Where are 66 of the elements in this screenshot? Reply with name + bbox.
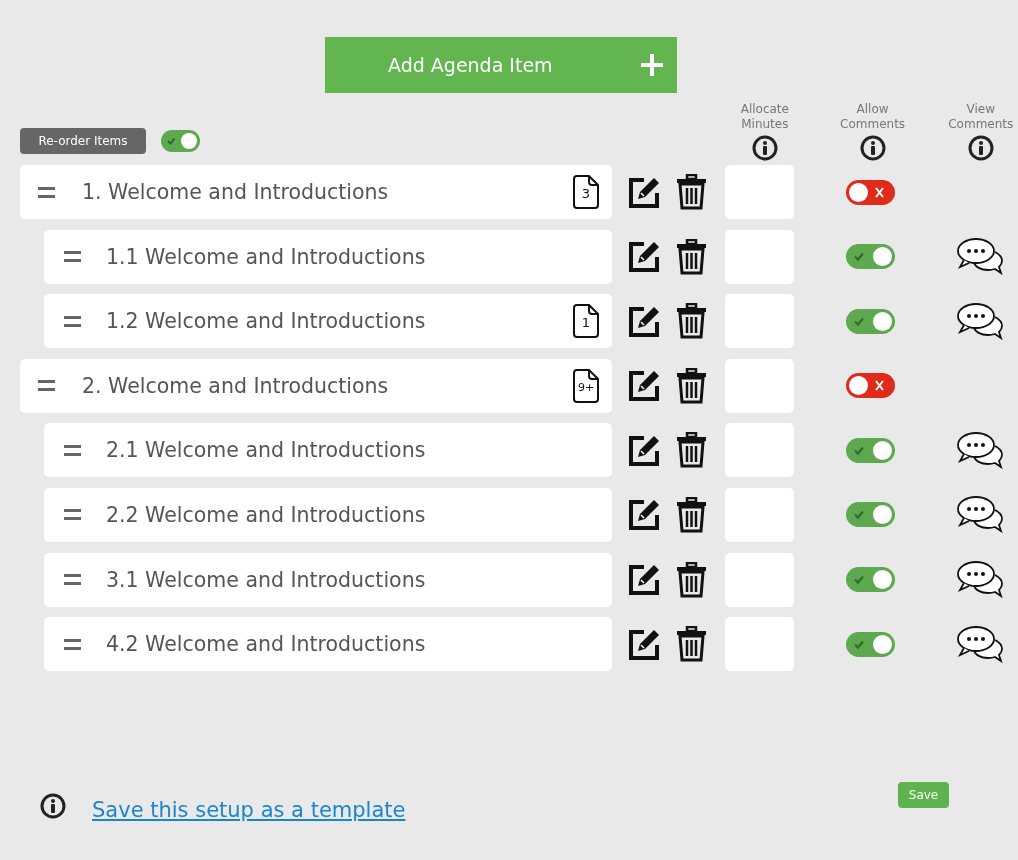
check-icon xyxy=(853,317,864,326)
agenda-item-title: 2. Welcome and Introductions xyxy=(82,373,390,398)
trash-icon[interactable] xyxy=(676,174,707,210)
toggle-switch[interactable] xyxy=(845,179,895,205)
agenda-item-title: 1. Welcome and Introductions xyxy=(82,180,390,204)
edit-icon[interactable] xyxy=(628,304,661,338)
edit-icon[interactable] xyxy=(628,563,661,597)
trash-icon[interactable] xyxy=(676,303,707,340)
toggle-switch[interactable] xyxy=(845,437,895,463)
check-icon xyxy=(853,252,864,262)
info-icon[interactable] xyxy=(751,135,778,161)
trash-icon[interactable] xyxy=(676,496,707,533)
agenda-item-title: 2.2 Welcome and Introductions xyxy=(106,502,427,527)
drag-handle-icon[interactable] xyxy=(38,380,55,392)
check-icon xyxy=(853,446,864,455)
trash-icon[interactable] xyxy=(676,561,707,598)
cross-icon xyxy=(874,186,884,198)
edit-icon[interactable] xyxy=(628,433,661,467)
toggle-switch[interactable] xyxy=(845,631,895,657)
drag-handle-icon[interactable] xyxy=(64,444,81,456)
trash-icon[interactable] xyxy=(676,432,707,469)
agenda-item-title: 1.1 Welcome and Introductions xyxy=(106,244,427,269)
save-template-link[interactable]: Save this setup as a template xyxy=(92,798,406,822)
comments-icon[interactable] xyxy=(956,429,1004,471)
column-heading: Allow Comments xyxy=(839,102,907,132)
agenda-item-title: 3.1 Welcome and Introductions xyxy=(106,567,427,592)
toggle-switch[interactable] xyxy=(845,373,895,399)
trash-icon[interactable] xyxy=(676,626,707,663)
comments-icon[interactable] xyxy=(956,623,1004,665)
check-icon xyxy=(853,511,864,520)
agenda-item-title: 2.1 Welcome and Introductions xyxy=(106,438,427,463)
toggle-switch[interactable] xyxy=(845,308,895,334)
edit-icon[interactable] xyxy=(628,627,661,661)
toggle-switch[interactable] xyxy=(845,567,895,593)
document-count-badge[interactable]: 9+ xyxy=(572,368,600,403)
edit-icon[interactable] xyxy=(628,240,661,274)
column-heading: View Comments xyxy=(947,102,1015,132)
reorder-items-button[interactable]: Re-order Items xyxy=(20,128,146,154)
toggle-switch[interactable] xyxy=(845,502,895,528)
toggle-switch[interactable] xyxy=(845,244,895,270)
check-icon xyxy=(167,137,176,145)
drag-handle-icon[interactable] xyxy=(64,574,81,586)
cross-icon xyxy=(874,380,884,392)
agenda-item-title: 4.2 Welcome and Introductions xyxy=(106,632,427,657)
info-icon[interactable] xyxy=(859,135,886,161)
plus-icon xyxy=(641,54,663,76)
check-icon xyxy=(853,575,864,585)
document-count-badge[interactable]: 3 xyxy=(572,175,600,209)
info-icon[interactable] xyxy=(967,135,994,161)
edit-icon[interactable] xyxy=(628,369,661,403)
edit-icon[interactable] xyxy=(628,175,661,209)
edit-icon[interactable] xyxy=(628,498,661,532)
document-count-badge[interactable]: 1 xyxy=(572,304,600,339)
check-icon xyxy=(853,640,864,649)
trash-icon[interactable] xyxy=(676,367,707,404)
info-icon[interactable] xyxy=(40,793,66,819)
drag-handle-icon[interactable] xyxy=(64,509,81,521)
comments-icon[interactable] xyxy=(956,300,1004,342)
drag-handle-icon[interactable] xyxy=(64,638,81,650)
drag-handle-icon[interactable] xyxy=(38,186,55,198)
reorder-toggle[interactable] xyxy=(161,130,200,152)
column-heading: Allocate Minutes xyxy=(739,102,790,132)
drag-handle-icon[interactable] xyxy=(64,251,81,263)
agenda-item-title: 1.2 Welcome and Introductions xyxy=(106,309,427,334)
trash-icon[interactable] xyxy=(676,238,707,275)
drag-handle-icon[interactable] xyxy=(64,315,81,327)
